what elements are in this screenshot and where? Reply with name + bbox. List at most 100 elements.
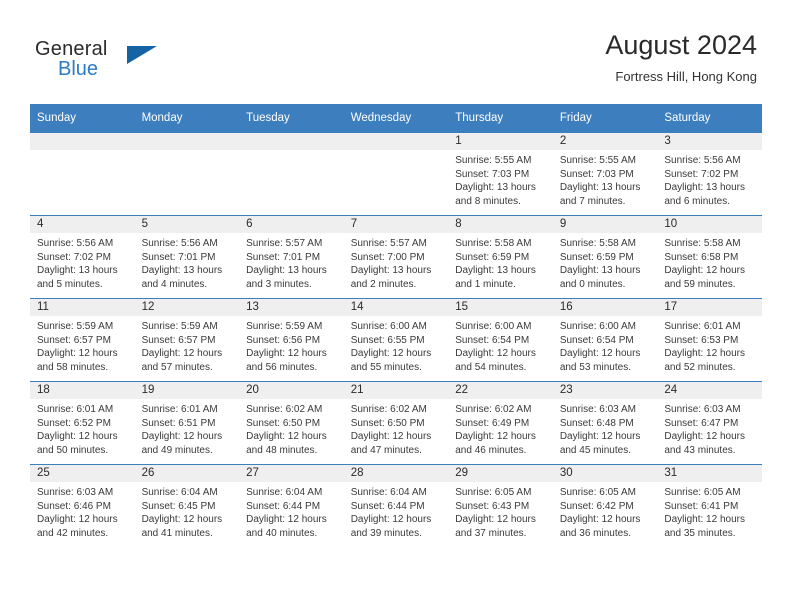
sunset-text: Sunset: 6:49 PM <box>455 417 530 429</box>
day-cell[interactable]: 30 Sunrise: 6:05 AM Sunset: 6:42 PM Dayl… <box>552 464 658 547</box>
day-cell[interactable]: 11 Sunrise: 5:59 AM Sunset: 6:57 PM Dayl… <box>30 298 135 382</box>
blue-triangle-logo-icon <box>127 46 157 64</box>
day-number: 8 <box>448 216 553 233</box>
daylight-text-line1: Daylight: 12 hours <box>664 265 745 276</box>
daylight-text-line2: and 1 minute. <box>455 278 516 290</box>
day-cell[interactable]: 1 Sunrise: 5:55 AM Sunset: 7:03 PM Dayli… <box>448 132 553 216</box>
sunset-text: Sunset: 7:01 PM <box>141 251 216 263</box>
daylight-text-line1: Daylight: 12 hours <box>141 514 223 525</box>
daylight-text-line2: and 55 minutes. <box>350 361 422 373</box>
day-cell[interactable] <box>30 132 135 216</box>
day-cell[interactable]: 21 Sunrise: 6:02 AM Sunset: 6:50 PM Dayl… <box>343 381 449 465</box>
day-cell[interactable]: 6 Sunrise: 5:57 AM Sunset: 7:01 PM Dayli… <box>239 215 344 299</box>
day-cell[interactable]: 13 Sunrise: 5:59 AM Sunset: 6:56 PM Dayl… <box>239 298 344 382</box>
daylight-text-line1: Daylight: 13 hours <box>350 265 432 276</box>
day-cell[interactable]: 20 Sunrise: 6:02 AM Sunset: 6:50 PM Dayl… <box>239 381 344 465</box>
sunrise-text: Sunrise: 6:05 AM <box>559 487 636 498</box>
daylight-text-line1: Daylight: 12 hours <box>141 431 223 442</box>
day-number: 18 <box>30 382 135 399</box>
daylight-text-line2: and 47 minutes. <box>350 444 422 456</box>
day-details: Sunrise: 6:02 AM Sunset: 6:49 PM Dayligh… <box>448 399 553 457</box>
day-cell[interactable]: 15 Sunrise: 6:00 AM Sunset: 6:54 PM Dayl… <box>448 298 553 382</box>
sunrise-text: Sunrise: 5:56 AM <box>37 238 114 249</box>
day-details <box>135 150 240 154</box>
day-cell[interactable] <box>343 132 449 216</box>
day-number: 31 <box>657 465 762 482</box>
brand-logo[interactable]: General Blue <box>35 38 235 88</box>
day-number: 26 <box>134 465 240 482</box>
daylight-text-line2: and 7 minutes. <box>559 195 626 207</box>
day-cell[interactable]: 7 Sunrise: 5:57 AM Sunset: 7:00 PM Dayli… <box>343 215 449 299</box>
sunrise-text: Sunrise: 6:00 AM <box>350 321 427 332</box>
title-block: August 2024 Fortress Hill, Hong Kong <box>605 28 757 86</box>
page-header: General Blue August 2024 Fortress Hill, … <box>0 0 792 104</box>
day-details: Sunrise: 5:56 AM Sunset: 7:02 PM Dayligh… <box>30 233 135 291</box>
day-cell[interactable]: 3 Sunrise: 5:56 AM Sunset: 7:02 PM Dayli… <box>657 132 762 216</box>
sunrise-text: Sunrise: 6:03 AM <box>664 404 741 415</box>
day-cell[interactable]: 31 Sunrise: 6:05 AM Sunset: 6:41 PM Dayl… <box>657 464 762 547</box>
daylight-text-line1: Daylight: 13 hours <box>664 182 745 193</box>
day-cell[interactable]: 23 Sunrise: 6:03 AM Sunset: 6:48 PM Dayl… <box>552 381 658 465</box>
day-number: 6 <box>239 216 344 233</box>
day-number: 11 <box>30 299 135 316</box>
daylight-text-line2: and 59 minutes. <box>664 278 736 290</box>
daylight-text-line2: and 2 minutes. <box>350 278 417 290</box>
sunset-text: Sunset: 6:48 PM <box>559 417 634 429</box>
day-cell[interactable]: 28 Sunrise: 6:04 AM Sunset: 6:44 PM Dayl… <box>343 464 449 547</box>
sunset-text: Sunset: 6:56 PM <box>246 334 321 346</box>
sunset-text: Sunset: 6:54 PM <box>455 334 530 346</box>
sunrise-text: Sunrise: 6:02 AM <box>455 404 532 415</box>
weekday-header-sunday: Sunday <box>30 104 135 133</box>
day-cell[interactable]: 2 Sunrise: 5:55 AM Sunset: 7:03 PM Dayli… <box>552 132 658 216</box>
sunrise-text: Sunrise: 6:02 AM <box>350 404 427 415</box>
sunrise-text: Sunrise: 5:57 AM <box>350 238 427 249</box>
day-cell[interactable]: 5 Sunrise: 5:56 AM Sunset: 7:01 PM Dayli… <box>134 215 240 299</box>
sunrise-text: Sunrise: 5:59 AM <box>141 321 218 332</box>
sunrise-text: Sunrise: 6:05 AM <box>455 487 532 498</box>
day-cell[interactable]: 8 Sunrise: 5:58 AM Sunset: 6:59 PM Dayli… <box>448 215 553 299</box>
day-number: 22 <box>448 382 553 399</box>
daylight-text-line2: and 43 minutes. <box>664 444 736 456</box>
daylight-text-line2: and 57 minutes. <box>141 361 213 373</box>
daylight-text-line2: and 5 minutes. <box>37 278 103 290</box>
day-cell[interactable]: 16 Sunrise: 6:00 AM Sunset: 6:54 PM Dayl… <box>552 298 658 382</box>
day-cell[interactable]: 22 Sunrise: 6:02 AM Sunset: 6:49 PM Dayl… <box>448 381 553 465</box>
calendar-week-row: 1 Sunrise: 5:55 AM Sunset: 7:03 PM Dayli… <box>30 132 762 216</box>
day-cell[interactable]: 25 Sunrise: 6:03 AM Sunset: 6:46 PM Dayl… <box>30 464 135 547</box>
day-cell[interactable]: 26 Sunrise: 6:04 AM Sunset: 6:45 PM Dayl… <box>134 464 240 547</box>
day-details <box>344 150 449 154</box>
daylight-text-line2: and 0 minutes. <box>559 278 626 290</box>
sunset-text: Sunset: 6:43 PM <box>455 500 530 512</box>
sunset-text: Sunset: 6:59 PM <box>455 251 530 263</box>
day-cell[interactable]: 10 Sunrise: 5:58 AM Sunset: 6:58 PM Dayl… <box>657 215 762 299</box>
day-details: Sunrise: 6:05 AM Sunset: 6:42 PM Dayligh… <box>553 482 658 540</box>
day-number: 7 <box>343 216 449 233</box>
sunrise-text: Sunrise: 5:58 AM <box>559 238 636 249</box>
day-cell[interactable]: 4 Sunrise: 5:56 AM Sunset: 7:02 PM Dayli… <box>30 215 135 299</box>
sunset-text: Sunset: 7:00 PM <box>350 251 425 263</box>
daylight-text-line2: and 53 minutes. <box>559 361 631 373</box>
day-cell[interactable] <box>239 132 344 216</box>
day-details: Sunrise: 6:03 AM Sunset: 6:47 PM Dayligh… <box>657 399 762 457</box>
day-cell[interactable]: 29 Sunrise: 6:05 AM Sunset: 6:43 PM Dayl… <box>448 464 553 547</box>
day-cell[interactable]: 9 Sunrise: 5:58 AM Sunset: 6:59 PM Dayli… <box>552 215 658 299</box>
sunrise-text: Sunrise: 5:59 AM <box>246 321 323 332</box>
sunset-text: Sunset: 6:59 PM <box>559 251 634 263</box>
day-details <box>30 150 135 154</box>
daylight-text-line2: and 50 minutes. <box>37 444 109 456</box>
day-cell[interactable] <box>134 132 240 216</box>
day-number: 21 <box>343 382 449 399</box>
day-cell[interactable]: 14 Sunrise: 6:00 AM Sunset: 6:55 PM Dayl… <box>343 298 449 382</box>
daylight-text-line1: Daylight: 12 hours <box>559 431 641 442</box>
day-cell[interactable]: 17 Sunrise: 6:01 AM Sunset: 6:53 PM Dayl… <box>657 298 762 382</box>
day-cell[interactable]: 12 Sunrise: 5:59 AM Sunset: 6:57 PM Dayl… <box>134 298 240 382</box>
day-details: Sunrise: 5:59 AM Sunset: 6:57 PM Dayligh… <box>135 316 240 374</box>
daylight-text-line1: Daylight: 12 hours <box>455 514 536 525</box>
day-number <box>343 133 449 150</box>
day-cell[interactable]: 18 Sunrise: 6:01 AM Sunset: 6:52 PM Dayl… <box>30 381 135 465</box>
daylight-text-line1: Daylight: 12 hours <box>664 514 745 525</box>
day-cell[interactable]: 27 Sunrise: 6:04 AM Sunset: 6:44 PM Dayl… <box>239 464 344 547</box>
sunrise-text: Sunrise: 5:57 AM <box>246 238 323 249</box>
day-cell[interactable]: 19 Sunrise: 6:01 AM Sunset: 6:51 PM Dayl… <box>134 381 240 465</box>
day-cell[interactable]: 24 Sunrise: 6:03 AM Sunset: 6:47 PM Dayl… <box>657 381 762 465</box>
